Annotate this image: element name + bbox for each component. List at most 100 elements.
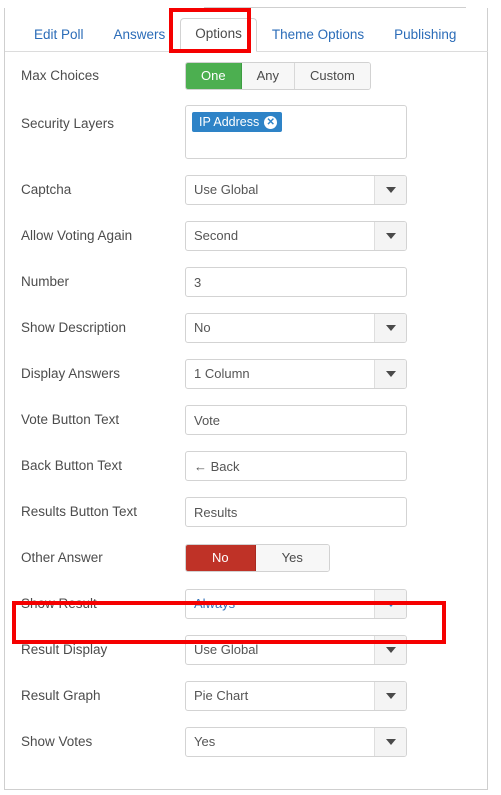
row-result-display: Result Display Use Global	[5, 627, 488, 673]
row-allow-voting-again: Allow Voting Again Second	[5, 213, 488, 259]
label-back-button-text: Back Button Text	[21, 458, 123, 473]
row-display-answers: Display Answers 1 Column	[5, 351, 488, 397]
label-show-description: Show Description	[21, 320, 127, 335]
result-graph-value: Pie Chart	[194, 688, 249, 703]
row-security-layers: Security Layers IP Address ✕	[5, 99, 488, 167]
label-other-answer: Other Answer	[21, 550, 103, 565]
label-show-votes: Show Votes	[21, 734, 93, 749]
control-allow-voting-again: Second	[185, 221, 407, 251]
allow-voting-again-dropdown-button[interactable]	[374, 222, 406, 250]
options-form: Max Choices One Any Custom Security Laye…	[5, 53, 488, 765]
row-show-votes: Show Votes Yes	[5, 719, 488, 765]
allow-voting-again-value: Second	[194, 228, 239, 243]
chevron-down-icon	[385, 187, 396, 193]
row-other-answer: Other Answer No Yes	[5, 535, 488, 581]
control-max-choices: One Any Custom	[185, 62, 371, 90]
display-answers-value: 1 Column	[194, 366, 250, 381]
control-show-votes: Yes	[185, 727, 407, 757]
label-display-answers: Display Answers	[21, 366, 121, 381]
chevron-down-icon	[385, 233, 396, 239]
back-button-text-input[interactable]	[185, 451, 407, 481]
tab-edit-poll[interactable]: Edit Poll	[19, 19, 99, 52]
result-graph-select[interactable]: Pie Chart	[185, 681, 407, 711]
control-other-answer: No Yes	[185, 544, 330, 572]
chevron-down-icon	[385, 371, 396, 377]
row-show-description: Show Description No	[5, 305, 488, 351]
display-answers-select[interactable]: 1 Column	[185, 359, 407, 389]
close-icon[interactable]: ✕	[264, 115, 278, 129]
number-input[interactable]	[185, 267, 407, 297]
show-description-select[interactable]: No	[185, 313, 407, 343]
label-vote-button-text: Vote Button Text	[21, 412, 120, 427]
control-show-result: Always	[185, 589, 407, 619]
show-description-dropdown-button[interactable]	[374, 314, 406, 342]
security-layers-chipbox[interactable]: IP Address ✕	[185, 105, 407, 159]
control-result-display: Use Global	[185, 635, 407, 665]
max-choices-option-one[interactable]: One	[186, 63, 242, 89]
other-answer-buttongroup: No Yes	[185, 544, 330, 572]
label-number: Number	[21, 274, 70, 289]
allow-voting-again-select[interactable]: Second	[185, 221, 407, 251]
label-result-display: Result Display	[21, 642, 108, 657]
show-result-dropdown-button[interactable]	[374, 590, 406, 618]
control-security-layers: IP Address ✕	[185, 105, 407, 159]
max-choices-option-any[interactable]: Any	[241, 63, 295, 89]
tab-answers[interactable]: Answers	[99, 19, 181, 52]
tab-publishing[interactable]: Publishing	[379, 19, 471, 52]
show-result-value: Always	[194, 596, 236, 611]
control-vote-button-text	[185, 405, 407, 435]
control-show-description: No	[185, 313, 407, 343]
row-number: Number	[5, 259, 488, 305]
chip-label: IP Address	[199, 115, 260, 129]
chevron-down-icon	[385, 739, 396, 745]
label-security-layers: Security Layers	[21, 116, 115, 131]
row-vote-button-text: Vote Button Text	[5, 397, 488, 443]
other-answer-option-yes[interactable]: Yes	[255, 545, 329, 571]
label-captcha: Captcha	[21, 182, 72, 197]
show-votes-select[interactable]: Yes	[185, 727, 407, 757]
chevron-down-icon	[385, 693, 396, 699]
result-display-select[interactable]: Use Global	[185, 635, 407, 665]
control-results-button-text	[185, 497, 407, 527]
tab-options[interactable]: Options	[180, 18, 257, 52]
show-votes-value: Yes	[194, 734, 216, 749]
show-result-select[interactable]: Always	[185, 589, 407, 619]
chevron-down-icon	[385, 647, 396, 653]
row-show-result: Show Result Always	[5, 581, 488, 627]
label-max-choices: Max Choices	[21, 68, 100, 83]
label-allow-voting-again: Allow Voting Again	[21, 228, 133, 243]
results-button-text-input[interactable]	[185, 497, 407, 527]
chevron-down-icon	[385, 601, 396, 607]
control-captcha: Use Global	[185, 175, 407, 205]
control-display-answers: 1 Column	[185, 359, 407, 389]
row-captcha: Captcha Use Global	[5, 167, 488, 213]
other-answer-option-no[interactable]: No	[186, 545, 256, 571]
tab-bar: Edit Poll Answers Options Theme Options …	[5, 8, 488, 52]
control-result-graph: Pie Chart	[185, 681, 407, 711]
control-back-button-text	[185, 451, 407, 481]
chevron-down-icon	[385, 325, 396, 331]
row-back-button-text: Back Button Text	[5, 443, 488, 489]
label-result-graph: Result Graph	[21, 688, 101, 703]
display-answers-dropdown-button[interactable]	[374, 360, 406, 388]
tab-theme-options[interactable]: Theme Options	[257, 19, 379, 52]
label-results-button-text: Results Button Text	[21, 504, 138, 519]
label-show-result: Show Result	[21, 596, 97, 611]
vote-button-text-input[interactable]	[185, 405, 407, 435]
row-max-choices: Max Choices One Any Custom	[5, 53, 488, 99]
row-result-graph: Result Graph Pie Chart	[5, 673, 488, 719]
show-description-value: No	[194, 320, 211, 335]
show-votes-dropdown-button[interactable]	[374, 728, 406, 756]
captcha-select[interactable]: Use Global	[185, 175, 407, 205]
chip-ip-address[interactable]: IP Address ✕	[192, 112, 283, 132]
result-graph-dropdown-button[interactable]	[374, 682, 406, 710]
max-choices-option-custom[interactable]: Custom	[294, 63, 370, 89]
captcha-value: Use Global	[194, 182, 259, 197]
poll-options-screen: Edit Poll Answers Options Theme Options …	[0, 0, 501, 795]
result-display-dropdown-button[interactable]	[374, 636, 406, 664]
captcha-dropdown-button[interactable]	[374, 176, 406, 204]
max-choices-buttongroup: One Any Custom	[185, 62, 371, 90]
control-number	[185, 267, 407, 297]
result-display-value: Use Global	[194, 642, 259, 657]
row-results-button-text: Results Button Text	[5, 489, 488, 535]
